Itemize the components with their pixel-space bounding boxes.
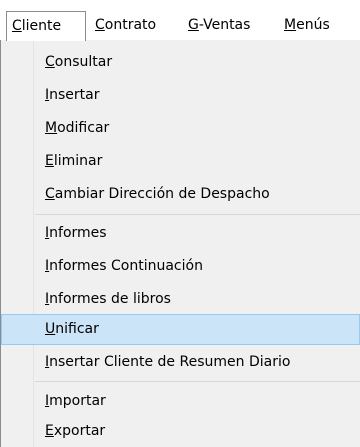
menu-cliente[interactable]: Cliente [6,11,86,41]
menu-cliente-label: liente [21,18,62,34]
menu-item-access-key: C [45,54,55,70]
menu-g-ventas[interactable]: G-Ventas [188,11,250,39]
menu-item-modificar[interactable]: Modificar [1,113,360,144]
menu-item-label: nificar [55,321,99,337]
menu-item-label: mportar [49,393,106,409]
menu-item-label: liminar [53,153,103,169]
menu-cliente-access-key: C [12,18,22,34]
menu-item-cambiar-direccion[interactable]: Cambiar Dirección de Despacho [1,179,360,210]
menu-item-importar[interactable]: Importar [1,386,360,417]
menu-item-label: onsultar [54,54,113,70]
menu-item-label: nsertar [49,87,100,103]
menu-item-label: odificar [57,120,110,136]
menu-item-label: nformes Continuación [49,258,203,274]
menu-contrato[interactable]: Contrato [95,11,156,39]
menu-contrato-label: ontrato [104,17,157,33]
menu-item-insertar[interactable]: Insertar [1,80,360,111]
menu-item-exportar[interactable]: Exportar [1,416,360,447]
menu-item-label: nformes de libros [49,291,171,307]
menu-item-informes[interactable]: Informes [1,218,360,249]
menu-item-access-key: U [45,321,56,337]
menu-menus[interactable]: Menús [284,11,330,39]
menu-item-label: nformes [49,225,107,241]
menu-item-access-key: M [45,120,58,136]
menu-item-informes-libros[interactable]: Informes de libros [1,284,360,315]
menu-item-label: nsertar Cliente de Resumen Diario [49,354,291,370]
cliente-dropdown-menu: Consultar Insertar Modificar Eliminar Ca… [0,40,360,447]
menu-item-access-key: E [45,153,54,169]
menu-bar: Cliente Contrato G-Ventas Menús [0,0,360,41]
menu-g-ventas-label: -Ventas [198,17,251,33]
menu-item-consultar[interactable]: Consultar [1,47,360,78]
menu-item-label: xportar [53,423,106,439]
menu-item-access-key: E [45,423,54,439]
menu-g-ventas-access-key: G [188,17,199,33]
menu-item-unificar[interactable]: Unificar [1,314,360,345]
menu-item-label: ambiar Dirección de Despacho [54,186,270,202]
menu-item-insertar-cliente-resumen[interactable]: Insertar Cliente de Resumen Diario [1,347,360,378]
menu-item-access-key: C [45,186,55,202]
menu-separator [35,381,360,382]
menu-menus-label: enús [296,17,330,33]
menu-menus-access-key: M [284,17,297,33]
menu-item-eliminar[interactable]: Eliminar [1,146,360,177]
menu-contrato-access-key: C [95,17,105,33]
menu-item-informes-continuacion[interactable]: Informes Continuación [1,251,360,282]
menu-separator [35,214,360,215]
